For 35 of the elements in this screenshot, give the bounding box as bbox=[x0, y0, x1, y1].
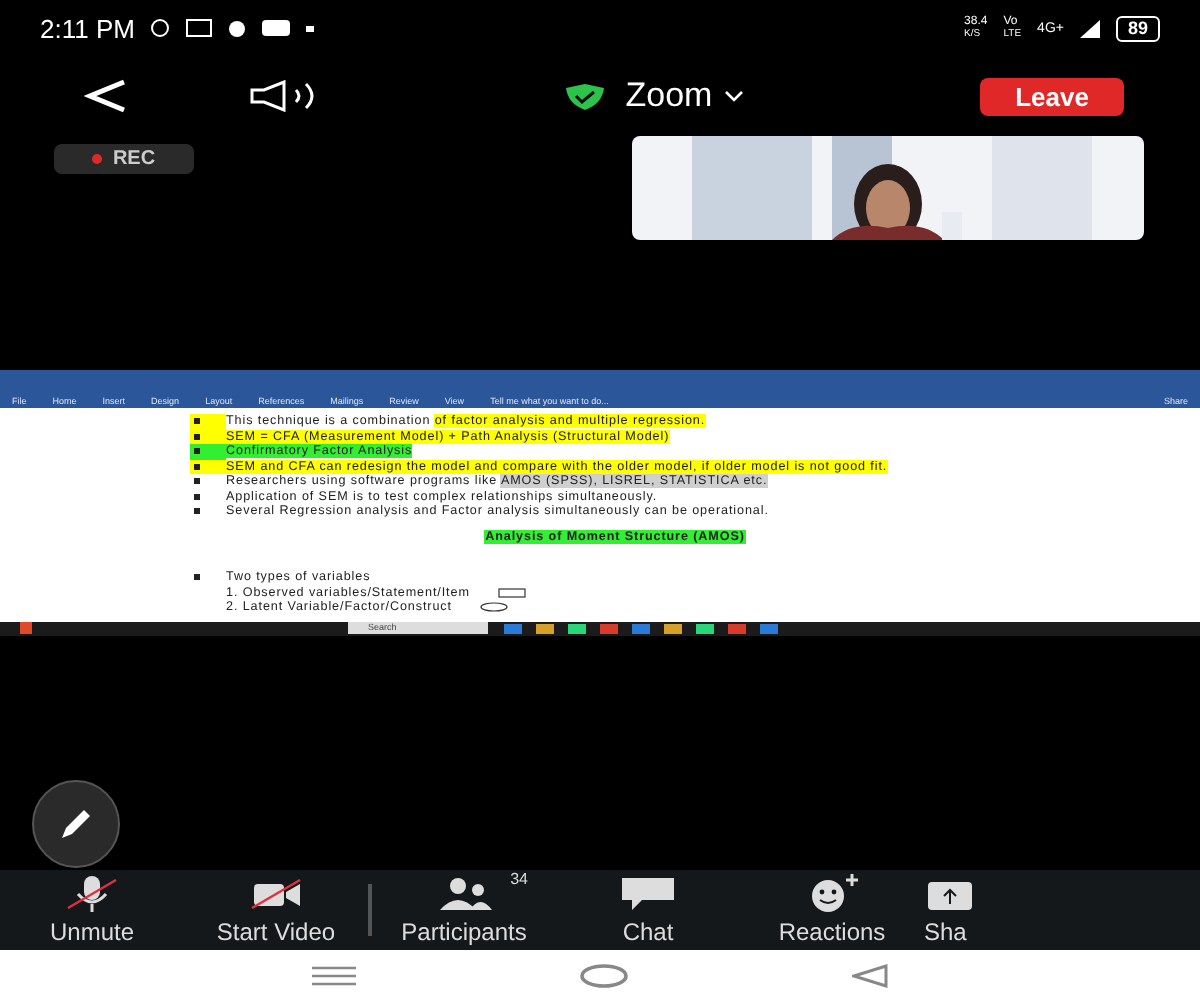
bullet-icon bbox=[194, 478, 200, 485]
circle-icon bbox=[228, 19, 247, 37]
back-triangle-icon[interactable] bbox=[852, 963, 888, 987]
pencil-icon bbox=[56, 804, 96, 844]
toolbar-button[interactable]: Unmute bbox=[0, 874, 184, 946]
toolbar-button[interactable]: Participants 34 bbox=[372, 874, 556, 946]
chat-icon bbox=[618, 874, 678, 914]
ellipse-shape-icon bbox=[479, 602, 508, 613]
toolbar-button[interactable]: Chat bbox=[556, 874, 740, 946]
bullet-icon bbox=[194, 574, 200, 581]
toolbar-button[interactable]: Start Video bbox=[184, 874, 368, 946]
home-icon[interactable] bbox=[580, 963, 628, 987]
video-off-icon bbox=[248, 874, 304, 914]
toolbar-button[interactable]: Reactions bbox=[740, 874, 924, 946]
annotate-button[interactable] bbox=[32, 780, 120, 868]
bullet-icon bbox=[194, 433, 200, 440]
bullet-icon bbox=[194, 493, 200, 500]
rectangle-shape-icon bbox=[497, 587, 526, 598]
signal-icon bbox=[1079, 19, 1100, 37]
shield-icon bbox=[563, 83, 606, 109]
muted-microphone-icon bbox=[64, 874, 120, 914]
clock-time: 2:11 PM bbox=[40, 13, 135, 43]
chevron-down-icon bbox=[724, 90, 745, 102]
bullet-icon bbox=[194, 448, 200, 455]
leave-button[interactable]: Leave bbox=[980, 77, 1124, 115]
bullet-icon bbox=[194, 418, 200, 425]
toolbar-button[interactable]: Sha bbox=[924, 874, 1004, 946]
participant-count: 34 bbox=[510, 870, 528, 888]
bullet-icon bbox=[194, 463, 200, 470]
meeting-title[interactable]: Zoom bbox=[625, 76, 745, 116]
bullet-icon bbox=[194, 508, 200, 515]
battery-level: 89 bbox=[1115, 15, 1160, 41]
menu-icon[interactable] bbox=[312, 965, 356, 985]
back-icon[interactable] bbox=[84, 78, 128, 114]
recording-indicator: REC bbox=[54, 144, 194, 174]
